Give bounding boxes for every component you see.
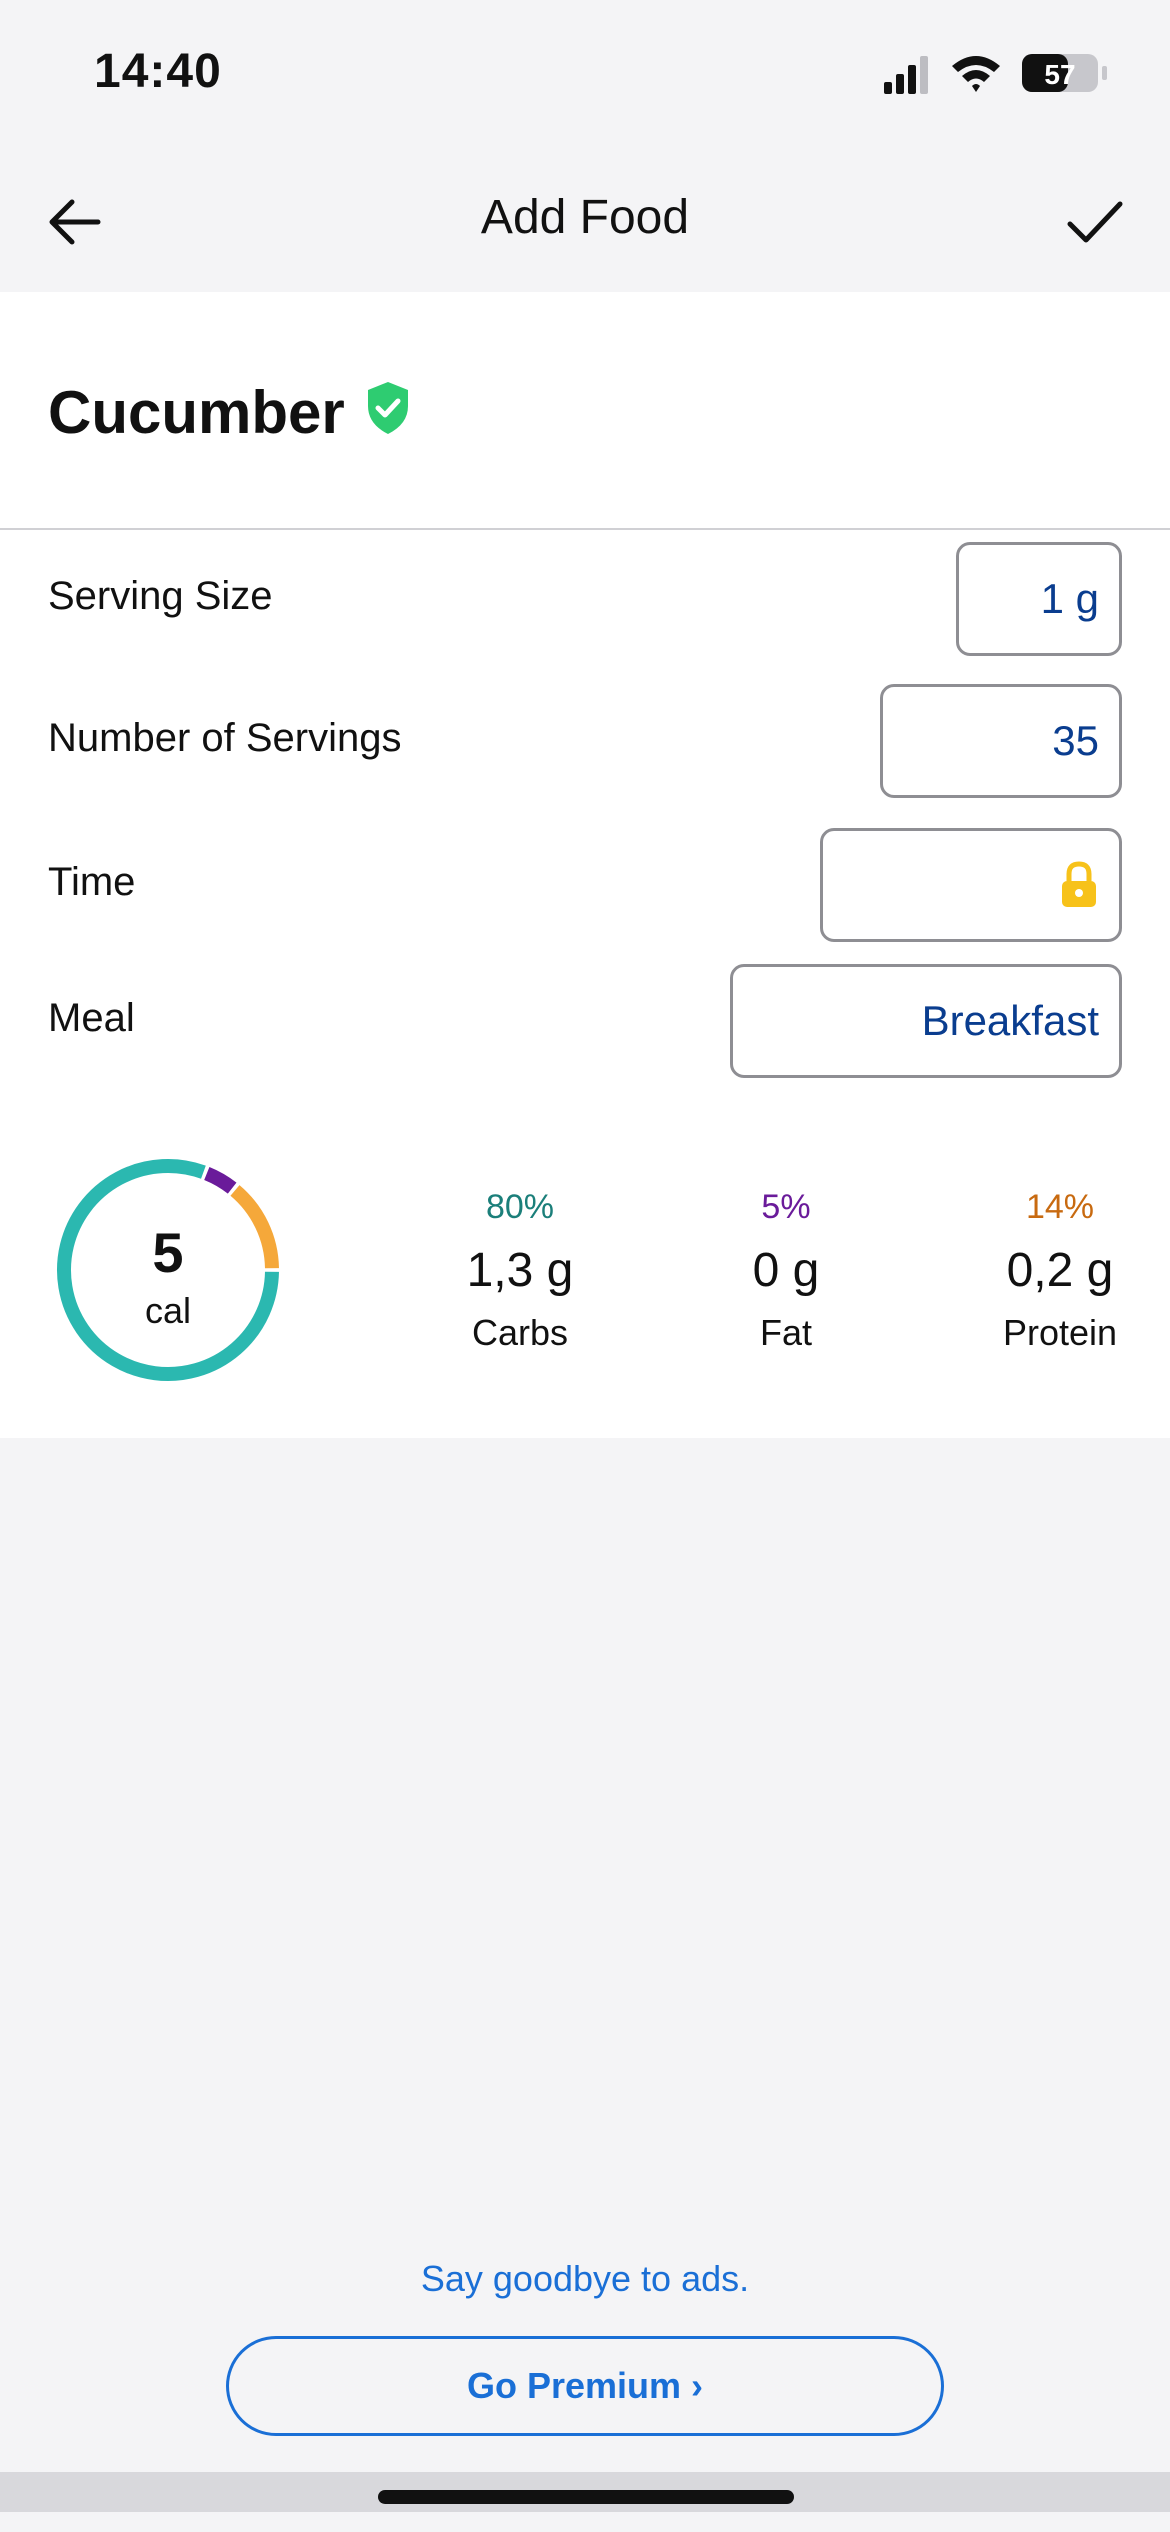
calorie-ring: 5 cal — [52, 1154, 284, 1386]
food-name: Cucumber — [48, 379, 345, 446]
carbs-value: 1,3 g — [466, 1244, 574, 1297]
home-indicator[interactable] — [378, 2490, 794, 2504]
go-premium-button[interactable]: Go Premium › — [226, 2336, 944, 2436]
meal-label: Meal — [48, 996, 135, 1040]
fat-percent: 5% — [761, 1188, 811, 1226]
battery-icon: 57 — [1022, 54, 1107, 92]
signal-icon — [884, 56, 928, 94]
serving-size-field[interactable]: 1 g — [956, 542, 1122, 656]
servings-value: 35 — [1052, 717, 1099, 764]
macro-fat: 5% 0 g Fat — [686, 1188, 886, 1354]
wifi-icon — [952, 56, 1000, 92]
protein-value: 0,2 g — [1006, 1244, 1114, 1297]
serving-size-label: Serving Size — [48, 574, 273, 618]
protein-percent: 14% — [1025, 1188, 1095, 1226]
checkmark-icon[interactable] — [1058, 186, 1130, 258]
status-icons: 57 — [884, 52, 1114, 96]
fat-label: Fat — [759, 1312, 812, 1353]
macro-carbs: 80% 1,3 g Carbs — [420, 1188, 620, 1354]
verified-shield-icon — [364, 380, 412, 436]
meal-value: Breakfast — [921, 997, 1099, 1044]
fat-value: 0 g — [752, 1244, 820, 1297]
calories-unit: cal — [144, 1290, 192, 1331]
meal-field[interactable]: Breakfast — [730, 964, 1122, 1078]
divider — [0, 528, 1170, 530]
status-time: 14:40 — [94, 45, 222, 98]
promo-text: Say goodbye to ads. — [420, 2258, 750, 2299]
time-field[interactable] — [820, 828, 1122, 942]
food-header: Cucumber — [0, 292, 1170, 528]
lock-icon — [1059, 861, 1099, 909]
status-bar: 14:40 57 — [0, 0, 1170, 150]
battery-level: 57 — [1044, 59, 1075, 90]
protein-label: Protein — [1002, 1312, 1118, 1353]
carbs-percent: 80% — [485, 1188, 555, 1226]
servings-label: Number of Servings — [48, 716, 402, 760]
nav-bar: Add Food — [0, 150, 1170, 292]
status-icons-svg: 57 — [884, 54, 1107, 94]
ring-segment-fat — [203, 1167, 237, 1194]
food-card: Cucumber Serving Size 1 g Number of Serv… — [0, 292, 1170, 1438]
calories-value: 5 — [152, 1221, 184, 1284]
carbs-label: Carbs — [471, 1312, 569, 1353]
serving-size-value: 1 g — [1040, 575, 1099, 622]
servings-field[interactable]: 35 — [880, 684, 1122, 798]
page-title: Add Food — [480, 191, 690, 244]
macro-protein: 14% 0,2 g Protein — [960, 1188, 1160, 1354]
time-label: Time — [48, 860, 136, 904]
